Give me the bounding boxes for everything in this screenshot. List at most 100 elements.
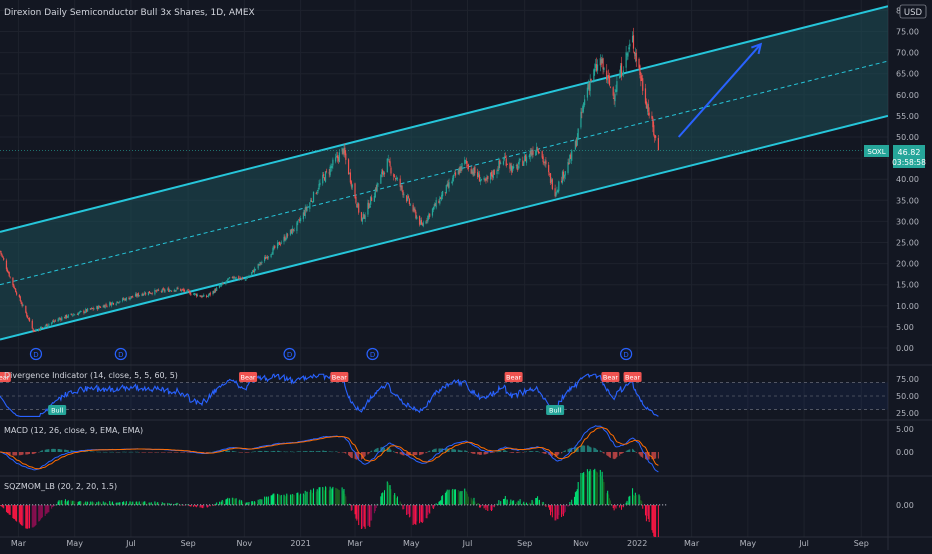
macd-histogram-bar [186,452,188,453]
sqzmom-bar [435,503,437,505]
candle-body [452,177,454,182]
sqzmom-title: SQZMOM_LB (20, 2, 20, 1.5) [4,482,117,491]
squeeze-dot [383,504,385,506]
macd-histogram-bar [532,451,534,452]
sqzmom-bar [232,497,234,505]
sqzmom-bar [570,503,572,505]
macd-histogram-bar [621,452,623,454]
sqzmom-bar [105,502,107,505]
macd-histogram-bar [348,452,350,457]
sqzmom-bar [324,490,326,505]
squeeze-dot [143,504,145,506]
candle-body [408,198,411,205]
candle-body [33,330,35,332]
sqzmom-bar [34,505,36,527]
macd-histogram-bar [157,451,159,453]
candle-body [261,261,263,263]
candle-body [196,294,198,297]
candle-body [584,99,586,106]
sqzmom-bar [150,502,152,505]
macd-histogram-bar [208,451,210,453]
currency-badge[interactable]: USD [899,4,927,19]
macd-histogram-bar [363,452,365,458]
sqzmom-bar [310,489,312,505]
macd-histogram-bar [100,451,102,453]
macd-histogram-bar [457,449,459,452]
sqzmom-bar [635,495,637,505]
candle-body [71,314,73,316]
candle-body [364,215,366,219]
squeeze-dot [83,504,85,506]
candle-body [657,138,659,151]
candle-body [403,194,405,196]
sqzmom-bar [478,503,480,505]
candle-body [222,283,224,285]
sqzmom-bar [99,502,101,505]
sqzmom-bar [354,505,356,515]
sqzmom-bar [283,494,285,505]
macd-histogram-bar [257,451,259,452]
squeeze-dot [569,504,571,506]
sqzmom-bar [375,505,377,509]
macd-histogram-bar [518,452,520,453]
chart-stage[interactable]: DDDDD BearBullBearBearBearBullBearBear 8… [0,0,932,550]
squeeze-dot [455,504,457,506]
sqzmom-bar [589,469,591,505]
chart-svg[interactable]: DDDDD BearBullBearBearBearBullBearBear 8… [0,0,932,550]
candle-body [125,297,127,301]
sqzmom-bar [19,505,21,524]
candle-body [158,289,160,291]
sqzmom-bar [522,503,524,505]
macd-histogram-bar [580,445,582,452]
macd-histogram-bar [51,448,53,452]
sqzmom-bar [219,502,221,505]
squeeze-dot [32,504,34,506]
macd-histogram-bar [522,452,524,453]
squeeze-dot [185,504,187,506]
sqzmom-bar [265,496,267,505]
candle-body [8,272,10,277]
macd-histogram-bar [510,452,512,453]
candle-body [297,220,299,223]
sqzmom-bar [603,482,605,505]
macd-histogram-bar [52,448,54,452]
macd-histogram-bar [375,448,377,452]
sqzmom-bar [448,489,450,505]
candle-body [175,289,177,291]
macd-histogram-bar [123,451,125,453]
candle-body [351,184,353,188]
candle-body [61,317,63,321]
macd-histogram-bar [331,451,333,453]
candle-body [580,111,582,128]
candle-body [536,148,539,150]
sqzmom-bar [407,505,409,514]
macd-histogram-bar [304,451,306,452]
macd-histogram-bar [545,452,547,454]
squeeze-dot [479,504,481,506]
macd-histogram-bar [564,450,566,452]
sqzmom-bar [425,505,427,519]
macd-histogram-bar [228,450,230,452]
candle-body [67,314,69,318]
macd-histogram-bar [123,451,125,453]
squeeze-dot [65,504,67,506]
time-axis-tick: Mar [347,539,363,548]
candle-body [293,229,295,231]
macd-histogram-bar [89,451,91,452]
macd-histogram-bar [377,447,379,452]
macd-histogram-bar [128,451,130,453]
macd-histogram-bar [313,450,315,452]
sqzmom-bar [111,501,113,505]
sqzmom-bar [302,493,304,505]
squeeze-dot [656,504,658,506]
macd-histogram-bar [173,452,175,453]
candle-body [416,216,418,219]
squeeze-dot [134,504,136,506]
sqzmom-bar [5,505,7,512]
rsi-axis-tick: 50.00 [896,392,919,401]
sqzmom-bar [261,499,263,505]
macd-histogram-bar [289,451,291,452]
squeeze-dot [446,504,448,506]
macd-histogram-bar [500,450,502,452]
sqzmom-bar [228,498,230,505]
